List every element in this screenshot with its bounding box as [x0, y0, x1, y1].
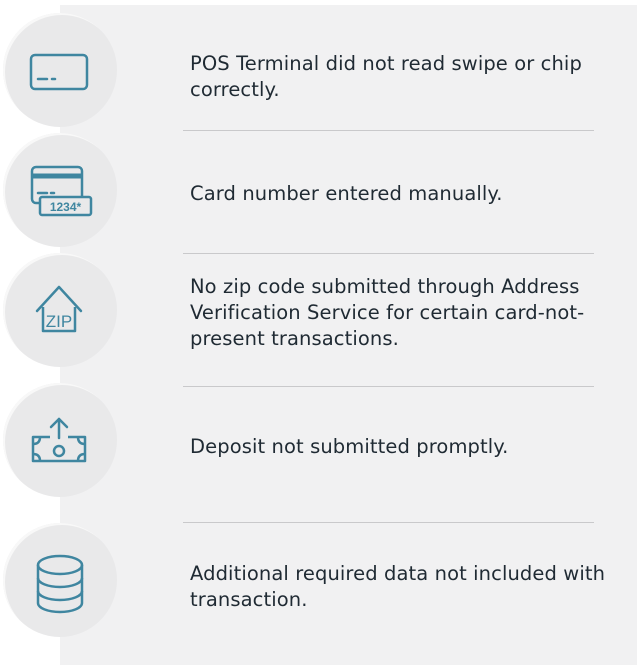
deposit-upload-icon — [31, 417, 87, 463]
icon-circle — [3, 383, 117, 497]
credit-card-icon — [29, 53, 89, 91]
list-item: 1234* Card number entered manually. — [0, 130, 637, 250]
item-text: Deposit not submitted promptly. — [190, 435, 509, 458]
icon-circle: 1234* — [3, 133, 117, 247]
icon-label: 1234* — [50, 200, 82, 214]
list-item: Deposit not submitted promptly. — [0, 383, 637, 503]
icon-circle — [3, 523, 117, 637]
item-text: POS Terminal did not read swipe or chip … — [190, 52, 582, 101]
zip-house-icon: ZIP — [35, 285, 83, 333]
item-text: Additional required data not included wi… — [190, 562, 606, 611]
list-item: Additional required data not included wi… — [0, 520, 637, 640]
database-icon — [36, 554, 84, 614]
list-item: POS Terminal did not read swipe or chip … — [0, 10, 637, 130]
icon-circle: ZIP — [3, 253, 117, 367]
manual-card-entry-icon: 1234* — [30, 165, 93, 217]
icon-label: ZIP — [46, 312, 72, 331]
icon-circle — [3, 13, 117, 127]
item-text: No zip code submitted through Address Ve… — [190, 275, 585, 350]
item-text: Card number entered manually. — [190, 182, 503, 205]
list-item: ZIP No zip code submitted through Addres… — [0, 253, 637, 373]
